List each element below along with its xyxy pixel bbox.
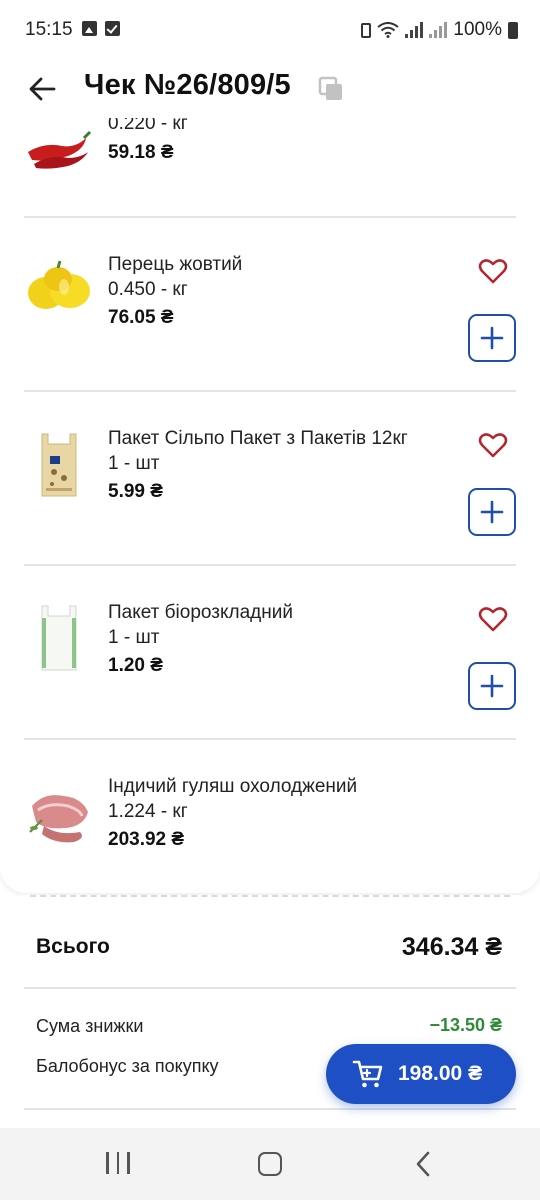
- page-title: Чек №26/809/5: [84, 69, 291, 101]
- copy-icon[interactable]: [318, 76, 344, 102]
- heart-icon[interactable]: [478, 605, 508, 633]
- item-qty: 1 - шт: [108, 627, 160, 648]
- cart-total: 198.00 ₴: [398, 1062, 483, 1085]
- list-item: Перець жовтий 0.450 - кг 76.05 ₴: [24, 218, 516, 390]
- list-item: Пакет біорозкладний 1 - шт 1.20 ₴: [24, 566, 516, 738]
- task-notification-icon: [105, 21, 120, 36]
- app-bar: Чек №26/809/5: [0, 62, 540, 118]
- list-item: Пакет Сільпо Пакет з Пакетів 12кг 1 - шт…: [24, 392, 516, 564]
- item-price: 59.18 ₴: [108, 142, 174, 163]
- nav-back-icon[interactable]: [412, 1151, 436, 1177]
- add-to-cart-button[interactable]: [468, 662, 516, 710]
- heart-icon[interactable]: [478, 257, 508, 285]
- status-right: 100%: [361, 19, 518, 41]
- kraft-shopping-bag-image: [41, 433, 77, 497]
- battery-saver-icon: [361, 22, 372, 38]
- list-item: 0.220 - кг 59.18 ₴: [24, 118, 516, 218]
- bonus-label: Балобонус за покупку: [36, 1056, 219, 1076]
- item-price: 1.20 ₴: [108, 655, 163, 676]
- wifi-icon: [377, 22, 400, 38]
- total-value: 346.34 ₴: [401, 933, 502, 961]
- item-name: Перець жовтий: [108, 254, 243, 275]
- signal-icon: [405, 22, 424, 38]
- discount-value: −13.50 ₴: [429, 1015, 502, 1035]
- battery-icon: [508, 21, 518, 39]
- plus-icon: [480, 500, 504, 524]
- add-to-cart-button[interactable]: [468, 314, 516, 362]
- heart-icon[interactable]: [478, 431, 508, 459]
- notification-icons: [82, 21, 120, 36]
- system-nav-bar: [0, 1128, 540, 1200]
- cart-icon: [352, 1060, 383, 1088]
- signal-2-icon: [429, 22, 448, 38]
- item-qty: 0.220 - кг: [108, 118, 188, 134]
- divider: [24, 987, 516, 989]
- yellow-bell-pepper-image: [28, 260, 90, 309]
- red-chili-pepper-image: [28, 130, 92, 169]
- battery-percent: 100%: [453, 19, 502, 40]
- dashed-divider: [30, 895, 510, 897]
- cart-button[interactable]: 198.00 ₴: [326, 1044, 516, 1104]
- status-time: 15:15: [25, 19, 73, 40]
- divider: [24, 1108, 516, 1110]
- list-item: Індичий гуляш охолоджений 1.224 - кг 203…: [24, 740, 516, 890]
- item-name: Пакет Сільпо Пакет з Пакетів 12кг: [108, 428, 408, 449]
- item-qty: 1.224 - кг: [108, 801, 188, 822]
- item-price: 76.05 ₴: [108, 307, 174, 328]
- white-bio-bag-image: [41, 605, 77, 671]
- add-to-cart-button[interactable]: [468, 488, 516, 536]
- item-name: Пакет біорозкладний: [108, 602, 293, 623]
- turkey-meat-image: [29, 795, 88, 843]
- home-icon[interactable]: [258, 1152, 282, 1176]
- status-bar: 15:15 100%: [0, 0, 540, 62]
- item-name: Індичий гуляш охолоджений: [108, 776, 358, 797]
- receipt-items-list[interactable]: 0.220 - кг 59.18 ₴ Перець жовтий 0.450 -…: [0, 118, 540, 893]
- recents-icon[interactable]: [106, 1152, 130, 1174]
- plus-icon: [480, 674, 504, 698]
- item-price: 203.92 ₴: [108, 829, 185, 850]
- item-qty: 0.450 - кг: [108, 279, 188, 300]
- back-arrow-icon[interactable]: [26, 72, 60, 106]
- discount-label: Сума знижки: [36, 1016, 144, 1036]
- item-qty: 1 - шт: [108, 453, 160, 474]
- item-price: 5.99 ₴: [108, 481, 163, 502]
- total-label: Всього: [36, 935, 110, 958]
- plus-icon: [480, 326, 504, 350]
- gallery-notification-icon: [82, 21, 97, 36]
